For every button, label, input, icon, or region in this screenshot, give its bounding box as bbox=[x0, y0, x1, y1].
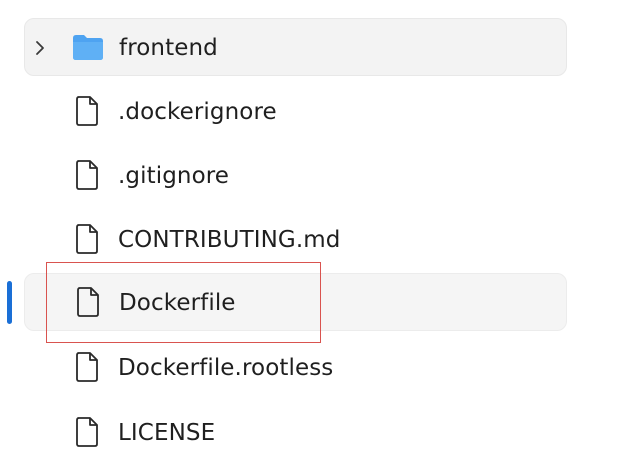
tree-item-gitignore[interactable]: .gitignore bbox=[24, 147, 567, 205]
tree-item-dockerignore[interactable]: .dockerignore bbox=[24, 83, 567, 141]
tree-item-contributing[interactable]: CONTRIBUTING.md bbox=[24, 211, 567, 269]
file-icon bbox=[76, 160, 98, 190]
tree-item-dockerfile-rootless[interactable]: Dockerfile.rootless bbox=[24, 339, 567, 397]
file-icon bbox=[76, 96, 98, 126]
tree-item-label: CONTRIBUTING.md bbox=[118, 227, 341, 253]
chevron-right-icon[interactable] bbox=[33, 39, 47, 57]
file-icon bbox=[76, 417, 98, 447]
tree-item-label: Dockerfile.rootless bbox=[118, 355, 334, 381]
tree-item-label: frontend bbox=[119, 35, 218, 61]
selection-indicator bbox=[7, 281, 12, 324]
file-icon bbox=[76, 224, 98, 254]
folder-icon bbox=[73, 35, 103, 60]
file-icon bbox=[76, 352, 98, 382]
file-explorer-tree: frontend .dockerignore .gitignore CONTRI… bbox=[0, 0, 622, 450]
tree-item-label: .gitignore bbox=[118, 163, 230, 189]
tree-item-label: LICENSE bbox=[118, 420, 216, 446]
tree-item-license[interactable]: LICENSE bbox=[24, 392, 567, 450]
tree-item-frontend[interactable]: frontend bbox=[24, 18, 567, 76]
tree-item-label: .dockerignore bbox=[118, 99, 277, 125]
highlight-annotation-box bbox=[46, 262, 321, 343]
